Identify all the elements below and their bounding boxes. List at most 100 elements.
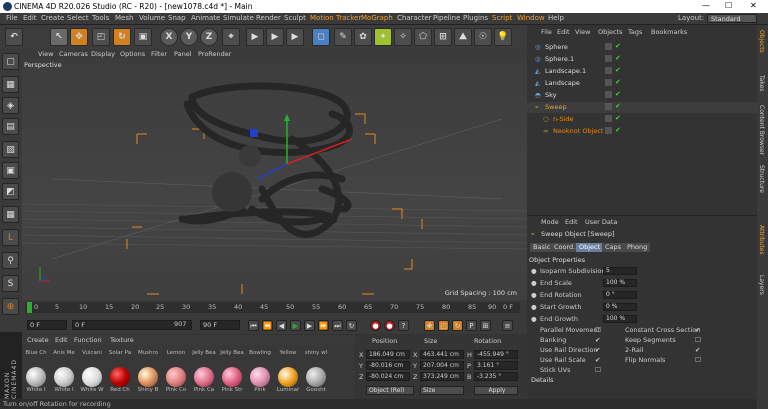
om-menu-file[interactable]: File: [541, 28, 552, 36]
menu-create[interactable]: Create: [41, 14, 64, 22]
tab-caps[interactable]: Caps: [602, 243, 625, 252]
material-swatch[interactable]: White I: [24, 367, 47, 393]
menu-animate[interactable]: Animate: [191, 14, 220, 22]
go-to-start-button[interactable]: ⏮: [248, 320, 259, 331]
menu-file[interactable]: File: [6, 14, 18, 22]
am-menu-edit[interactable]: Edit: [565, 218, 578, 226]
perspective-viewport[interactable]: Perspective Grid Spacing : 100 cm: [22, 59, 527, 300]
visibility-toggle[interactable]: [605, 127, 612, 134]
deformer-button[interactable]: ✧: [394, 28, 412, 46]
subdivision-button[interactable]: ✿: [354, 28, 372, 46]
previous-frame-button[interactable]: ◀: [276, 320, 287, 331]
details-toggle[interactable]: Details: [531, 376, 554, 384]
pen-spline-button[interactable]: ✎: [334, 28, 352, 46]
menu-motion-tracker[interactable]: Motion Tracker: [310, 14, 361, 22]
layout-select[interactable]: Standard: [707, 14, 757, 23]
end-scale-field[interactable]: 100 %: [603, 279, 637, 287]
menu-edit[interactable]: Edit: [23, 14, 37, 22]
render-settings-button[interactable]: ▶: [286, 28, 304, 46]
next-key-button[interactable]: ⏩: [318, 320, 329, 331]
tweak-mode-button[interactable]: ⚲: [2, 252, 19, 269]
object-row[interactable]: ◓ Sky ✔: [527, 90, 757, 101]
menu-select[interactable]: Select: [67, 14, 89, 22]
material-swatch[interactable]: Blue Ch: [24, 350, 47, 356]
light-button[interactable]: ☉: [474, 28, 492, 46]
enabled-check[interactable]: ✔: [615, 126, 621, 134]
material-swatch[interactable]: White W: [80, 367, 104, 393]
material-swatch[interactable]: Yellow: [276, 350, 299, 356]
material-swatch[interactable]: Shiny B: [136, 367, 159, 393]
enabled-check[interactable]: ✔: [615, 114, 621, 122]
camera-button[interactable]: ⛰: [454, 28, 472, 46]
material-swatch[interactable]: Red Ch: [108, 367, 131, 393]
am-menu-user-data[interactable]: User Data: [585, 218, 617, 226]
menu-help[interactable]: Help: [548, 14, 564, 22]
polygons-mode-button[interactable]: ◩: [2, 183, 19, 200]
cloner-button[interactable]: ✦: [374, 28, 392, 46]
previous-key-button[interactable]: ⏪: [262, 320, 273, 331]
end-frame-field[interactable]: 90 F: [200, 320, 240, 330]
play-button[interactable]: ▶: [290, 320, 301, 331]
enabled-check[interactable]: ✔: [615, 78, 621, 86]
undo-button[interactable]: ↶: [5, 28, 23, 46]
mat-menu-create[interactable]: Create: [27, 336, 49, 344]
side-tab-layers[interactable]: Layers: [758, 275, 765, 295]
material-swatch[interactable]: shiny wl: [304, 350, 327, 356]
edges-mode-button[interactable]: ▣: [2, 162, 19, 179]
menu-volume[interactable]: Volume: [139, 14, 165, 22]
isoparm-field[interactable]: 5: [603, 267, 637, 275]
scene-button[interactable]: ⊞: [434, 28, 452, 46]
recent-tools-button[interactable]: ▣: [134, 28, 152, 46]
menu-pipeline[interactable]: Pipeline: [433, 14, 460, 22]
material-swatch[interactable]: Goosht: [304, 367, 327, 393]
size-z-field[interactable]: 373.249 cm: [420, 372, 464, 381]
mat-menu-texture[interactable]: Texture: [110, 336, 134, 344]
rot-p-field[interactable]: 3.161 °: [474, 361, 518, 370]
side-tab-attributes[interactable]: Attributes: [758, 225, 765, 255]
object-row[interactable]: ◭ Landscape ✔: [527, 78, 757, 89]
menu-plugins[interactable]: Plugins: [463, 14, 488, 22]
menu-script[interactable]: Script: [492, 14, 512, 22]
keep-segments-checkbox[interactable]: ☐: [695, 336, 701, 344]
visibility-toggle[interactable]: [605, 43, 612, 50]
vp-menu-view[interactable]: View: [38, 50, 53, 58]
y-axis-lock-button[interactable]: Y: [180, 28, 198, 46]
vp-menu-prorender[interactable]: ProRender: [198, 50, 231, 58]
bulb-light-button[interactable]: 💡: [494, 28, 512, 46]
timeline-window-button[interactable]: ≡: [502, 320, 513, 331]
material-swatch[interactable]: Jelly Bea: [192, 350, 216, 356]
render-view-button[interactable]: ▶: [246, 28, 264, 46]
visibility-toggle[interactable]: [605, 67, 612, 74]
material-swatch[interactable]: Solar Pa: [108, 350, 131, 356]
vp-menu-panel[interactable]: Panel: [174, 50, 192, 58]
material-swatch[interactable]: Anis Me: [52, 350, 75, 356]
enabled-check[interactable]: ✔: [615, 90, 621, 98]
uv-mode-button[interactable]: ▦: [2, 206, 19, 223]
rotate-tool-button[interactable]: ↻: [113, 28, 131, 46]
size-mode-select[interactable]: Size: [420, 386, 464, 395]
workplane-button[interactable]: ⊕: [2, 298, 19, 315]
side-tab-structure[interactable]: Structure: [758, 165, 765, 193]
timeline-ruler[interactable]: 0 5 10 15 20 25 30 35 40 45 50 55 60 65 …: [25, 302, 520, 313]
rot-h-field[interactable]: -455.949 °: [474, 350, 518, 359]
material-swatch[interactable]: Pink Co: [164, 367, 187, 393]
mat-menu-edit[interactable]: Edit: [55, 336, 68, 344]
snap-button[interactable]: S: [2, 275, 19, 292]
material-swatch[interactable]: Mushro: [136, 350, 159, 356]
loop-button[interactable]: ↻: [346, 320, 357, 331]
size-x-field[interactable]: 463.441 cm: [420, 350, 464, 359]
mat-menu-function[interactable]: Function: [74, 336, 102, 344]
close-button[interactable]: ✕: [750, 1, 757, 10]
vp-menu-options[interactable]: Options: [120, 50, 145, 58]
object-row[interactable]: ∞ Neoknot Object ✔: [527, 126, 757, 137]
menu-mesh[interactable]: Mesh: [115, 14, 133, 22]
tab-basic[interactable]: Basic: [530, 243, 554, 252]
material-swatch[interactable]: Luminar: [276, 367, 299, 393]
object-row-selected[interactable]: ⌁ Sweep ✔: [527, 102, 757, 113]
render-picture-viewer-button[interactable]: ▶: [266, 28, 284, 46]
material-swatch[interactable]: Pink Ca: [192, 367, 215, 393]
object-row[interactable]: ◎ Sphere ✔: [527, 42, 757, 53]
coordinate-system-button[interactable]: ⌖: [222, 28, 240, 46]
cube-button[interactable]: ◻: [312, 28, 330, 46]
object-row[interactable]: ◎ Sphere.1 ✔: [527, 54, 757, 65]
